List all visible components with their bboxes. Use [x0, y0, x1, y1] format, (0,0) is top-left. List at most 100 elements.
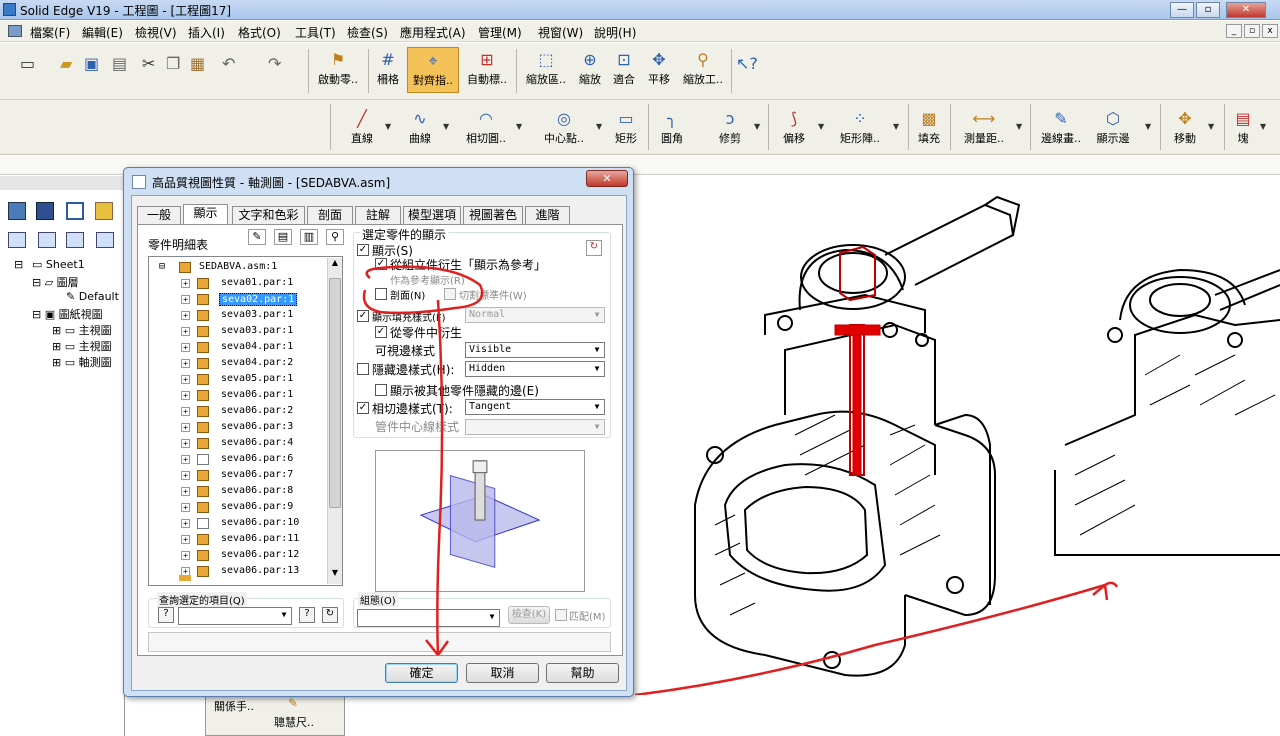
copy-icon[interactable]: ❐: [166, 53, 180, 75]
expand-icon[interactable]: +: [181, 503, 190, 512]
expand-icon[interactable]: +: [181, 327, 190, 336]
cut-icon[interactable]: ✂: [142, 53, 155, 75]
menu-tools[interactable]: 工具(T): [295, 24, 336, 41]
config-dropdown[interactable]: ▼: [357, 609, 500, 627]
part-row[interactable]: + seva06.par:10: [149, 516, 329, 532]
display-checkbox[interactable]: ✓: [357, 244, 369, 256]
dialog-close-button[interactable]: ✕: [586, 170, 628, 187]
offset-button[interactable]: ⟆ 偏移: [776, 108, 812, 146]
zoom-area-button[interactable]: ⬚ 縮放區..: [522, 49, 570, 87]
tree-item-layers[interactable]: ⊟ ▱ 圖層: [32, 274, 79, 290]
scroll-down-icon[interactable]: ▼: [329, 568, 341, 582]
help-icon[interactable]: [95, 202, 113, 220]
minimize-button[interactable]: —: [1170, 2, 1194, 18]
expand-icon[interactable]: +: [181, 471, 190, 480]
check-button[interactable]: 檢查(K): [508, 606, 550, 624]
part-row[interactable]: + seva03.par:1: [149, 308, 329, 324]
derive-from-part-checkbox[interactable]: ✓: [375, 326, 387, 338]
tree-item-sheet[interactable]: ▭ Sheet1: [32, 258, 85, 271]
view-icon-2[interactable]: [38, 232, 56, 248]
menu-manage[interactable]: 管理(M): [478, 24, 522, 41]
tube-centerline-dropdown[interactable]: ▼: [465, 419, 605, 435]
zoom-tool-button[interactable]: ⚲ 縮放工..: [679, 49, 727, 87]
block-button[interactable]: ▤ 塊: [1232, 108, 1254, 146]
tab-model-options[interactable]: 模型選項: [403, 206, 461, 224]
save-icon[interactable]: ▣: [84, 53, 99, 75]
expand-icon[interactable]: +: [181, 375, 190, 384]
fit-button[interactable]: ⊡ 適合: [609, 49, 639, 87]
part-row[interactable]: + seva06.par:1: [149, 388, 329, 404]
library-icon[interactable]: [36, 202, 54, 220]
fill-style-dropdown[interactable]: Normal ▼: [465, 307, 605, 323]
paste-icon[interactable]: ▦: [190, 53, 205, 75]
pan-button[interactable]: ✥ 平移: [643, 49, 675, 87]
match-checkbox[interactable]: [555, 609, 567, 621]
zoom-button[interactable]: ⊕ 縮放: [574, 49, 606, 87]
scroll-up-icon[interactable]: ▲: [329, 258, 341, 272]
expand-icon[interactable]: +: [181, 295, 190, 304]
new-icon[interactable]: ▭: [20, 53, 35, 75]
edge-painter-button[interactable]: ✎ 邊線畫..: [1036, 108, 1086, 146]
menu-view[interactable]: 檢視(V): [135, 24, 177, 41]
scroll-thumb[interactable]: [329, 278, 341, 508]
menu-edit[interactable]: 編輯(E): [82, 24, 123, 41]
cut-standard-parts-checkbox[interactable]: [444, 288, 456, 300]
tree-item-main-view-1[interactable]: ⊞ ▭ 主視圖: [52, 322, 112, 338]
mdi-close-button[interactable]: x: [1262, 24, 1278, 38]
part-row[interactable]: + seva06.par:6: [149, 452, 329, 468]
tangent-edge-dropdown[interactable]: Tangent ▼: [465, 399, 605, 415]
expand-icon[interactable]: +: [181, 455, 190, 464]
expand-icon[interactable]: +: [181, 407, 190, 416]
tangent-arc-button[interactable]: ◠ 相切圓..: [460, 108, 512, 146]
part-row[interactable]: + seva06.par:2: [149, 404, 329, 420]
measure-distance-button[interactable]: ⟷ 測量距..: [956, 108, 1012, 146]
mdi-minimize-button[interactable]: _: [1226, 24, 1242, 38]
menu-inspect[interactable]: 檢查(S): [347, 24, 388, 41]
parts-tree-list[interactable]: ⊟ SEDABVA.asm:1 + seva01.par:1 + seva02.par…: [148, 256, 343, 586]
help-button[interactable]: 幫助: [546, 663, 619, 683]
search-parts-icon[interactable]: ⚲: [326, 229, 344, 245]
part-row[interactable]: + seva06.par:9: [149, 500, 329, 516]
rectangle-button[interactable]: ▭ 矩形: [610, 108, 642, 146]
alignment-indicator-button[interactable]: ⌖ 對齊指..: [407, 47, 459, 93]
expand-icon[interactable]: +: [181, 487, 190, 496]
smart-dimension-label[interactable]: 聰慧尺..: [274, 714, 314, 730]
part-row[interactable]: + seva05.par:1: [149, 372, 329, 388]
tangent-edge-checkbox[interactable]: ✓: [357, 402, 369, 414]
smart-dimension-icon[interactable]: ✎: [288, 696, 298, 710]
expand-icon[interactable]: +: [181, 439, 190, 448]
expand-icon[interactable]: +: [181, 519, 190, 528]
tab-view-shading[interactable]: 視圖著色: [463, 206, 523, 224]
curve-button[interactable]: ∿ 曲線: [402, 108, 438, 146]
tree-item-isometric-view[interactable]: ⊞ ▭ 軸測圖: [52, 354, 112, 370]
line-button[interactable]: ╱ 直線: [344, 108, 380, 146]
fill-style-checkbox[interactable]: ✓: [357, 310, 369, 322]
cancel-button[interactable]: 取消: [466, 663, 539, 683]
reset-icon[interactable]: ↻: [586, 240, 602, 256]
show-hidden-by-others-checkbox[interactable]: [375, 384, 387, 396]
tab-display[interactable]: 顯示: [183, 204, 228, 225]
part-row[interactable]: + seva06.par:3: [149, 420, 329, 436]
part-row[interactable]: + seva04.par:1: [149, 340, 329, 356]
part-row[interactable]: + seva04.par:2: [149, 356, 329, 372]
menu-help[interactable]: 說明(H): [594, 24, 636, 41]
ok-button[interactable]: 確定: [385, 663, 458, 683]
open-icon[interactable]: ▰: [60, 53, 72, 75]
whats-this-icon[interactable]: ↖?: [736, 53, 758, 75]
parts-list-scrollbar[interactable]: ▲ ▼: [327, 258, 342, 584]
tab-general[interactable]: 一般: [137, 206, 181, 224]
part-row[interactable]: + seva06.par:13: [149, 564, 329, 580]
parts-root-row[interactable]: ⊟ SEDABVA.asm:1: [149, 260, 329, 276]
part-row[interactable]: + seva02.par:1: [149, 292, 329, 308]
feature-icon[interactable]: [66, 202, 84, 220]
drawing-canvas[interactable]: [635, 175, 1280, 695]
section-checkbox[interactable]: [375, 288, 387, 300]
auto-dimension-button[interactable]: ⊞ 自動標..: [463, 49, 511, 87]
filter-icon[interactable]: ▥: [300, 229, 318, 245]
tab-annotation[interactable]: 註解: [355, 206, 401, 224]
menu-window[interactable]: 視窗(W): [538, 24, 583, 41]
trim-button[interactable]: ↄ 修剪: [712, 108, 748, 146]
hidden-edge-dropdown[interactable]: Hidden ▼: [465, 361, 605, 377]
expand-icon[interactable]: +: [181, 535, 190, 544]
expand-icon[interactable]: +: [181, 311, 190, 320]
